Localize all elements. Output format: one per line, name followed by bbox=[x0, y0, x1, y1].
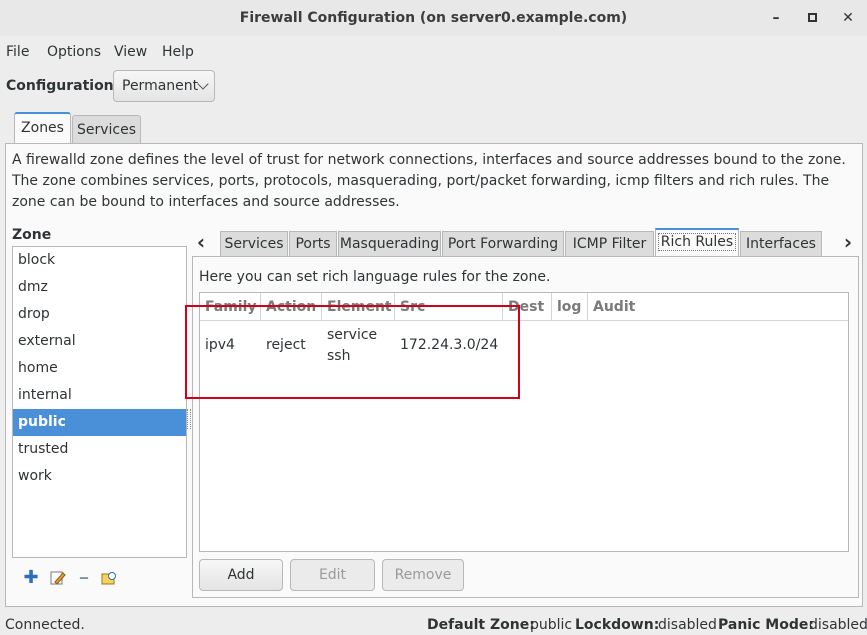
panic-mode-value: disabled bbox=[809, 617, 867, 633]
add-icon[interactable]: ✚ bbox=[21, 565, 41, 591]
subtab-rich-rules[interactable]: Rich Rules bbox=[655, 228, 739, 258]
subtab-services[interactable]: Services bbox=[220, 231, 288, 258]
zone-item-external[interactable]: external bbox=[13, 328, 186, 355]
zone-item-block[interactable]: block bbox=[13, 247, 186, 274]
zone-list-title: Zone bbox=[12, 227, 52, 243]
menu-file[interactable]: File bbox=[6, 41, 29, 63]
tabs-scroll-right-icon[interactable]: › bbox=[840, 229, 856, 255]
rich-rules-description: Here you can set rich language rules for… bbox=[199, 269, 551, 285]
load-defaults-icon[interactable] bbox=[99, 565, 119, 591]
zone-item-work[interactable]: work bbox=[13, 463, 186, 490]
configuration-label: Configuration: bbox=[6, 78, 120, 94]
add-button[interactable]: Add bbox=[199, 559, 283, 591]
window-title: Firewall Configuration (on server0.examp… bbox=[239, 10, 628, 26]
zone-item-home[interactable]: home bbox=[13, 355, 186, 382]
lockdown-value: disabled bbox=[658, 617, 717, 633]
tabs-scroll-left-icon[interactable]: ‹ bbox=[193, 229, 209, 255]
close-icon[interactable]: ✕ bbox=[838, 8, 858, 28]
subtab-label: Port Forwarding bbox=[447, 236, 559, 252]
maximize-icon[interactable] bbox=[802, 8, 822, 28]
zone-item-trusted[interactable]: trusted bbox=[13, 436, 186, 463]
tab-zones[interactable]: Zones bbox=[14, 112, 71, 144]
zone-description: A firewalld zone defines the level of tr… bbox=[12, 152, 846, 210]
minimize-icon[interactable]: – bbox=[766, 8, 786, 28]
zone-toolbar: ✚ ‒ bbox=[12, 565, 187, 593]
subtab-label: ICMP Filter bbox=[572, 236, 647, 252]
column-header-log[interactable]: log bbox=[552, 293, 588, 321]
zone-list[interactable]: block dmz drop external home internal pu… bbox=[12, 246, 187, 558]
default-zone-label: Default Zone: bbox=[427, 617, 535, 633]
subtab-label: Rich Rules bbox=[657, 233, 737, 251]
edit-button[interactable]: Edit bbox=[290, 559, 375, 591]
chevron-down-icon bbox=[197, 78, 209, 90]
panic-mode-label: Panic Mode: bbox=[718, 617, 814, 633]
default-zone-value: public bbox=[530, 617, 573, 633]
subtab-icmp-filter[interactable]: ICMP Filter bbox=[565, 231, 654, 258]
tab-services[interactable]: Services bbox=[72, 115, 141, 145]
subtab-label: Interfaces bbox=[746, 236, 816, 252]
lockdown-label: Lockdown: bbox=[575, 617, 660, 633]
subtab-ports[interactable]: Ports bbox=[289, 231, 337, 258]
subtab-interfaces[interactable]: Interfaces bbox=[740, 231, 822, 258]
subtab-masquerading[interactable]: Masquerading bbox=[338, 231, 441, 258]
connection-status: Connected. bbox=[5, 617, 85, 633]
remove-button[interactable]: Remove bbox=[382, 559, 464, 591]
zone-item-internal[interactable]: internal bbox=[13, 382, 186, 409]
subtab-label: Ports bbox=[295, 236, 331, 252]
tab-zones-label: Zones bbox=[21, 120, 64, 136]
subtab-label: Services bbox=[224, 236, 284, 252]
zone-item-public[interactable]: public bbox=[13, 409, 186, 436]
configuration-value: Permanent bbox=[122, 78, 199, 94]
edit-icon[interactable] bbox=[48, 565, 68, 591]
subtab-port-forwarding[interactable]: Port Forwarding bbox=[442, 231, 564, 258]
annotation-highlight-box bbox=[185, 305, 520, 399]
menu-view[interactable]: View bbox=[114, 41, 147, 63]
column-header-audit[interactable]: Audit bbox=[588, 293, 848, 321]
menu-options[interactable]: Options bbox=[47, 41, 101, 63]
subtab-label: Masquerading bbox=[339, 236, 440, 252]
configuration-select[interactable]: Permanent bbox=[113, 70, 215, 102]
menu-help[interactable]: Help bbox=[162, 41, 194, 63]
zone-item-drop[interactable]: drop bbox=[13, 301, 186, 328]
zone-item-dmz[interactable]: dmz bbox=[13, 274, 186, 301]
remove-icon[interactable]: ‒ bbox=[74, 565, 94, 591]
tab-services-label: Services bbox=[76, 122, 137, 138]
pane-resize-handle[interactable] bbox=[187, 409, 191, 429]
